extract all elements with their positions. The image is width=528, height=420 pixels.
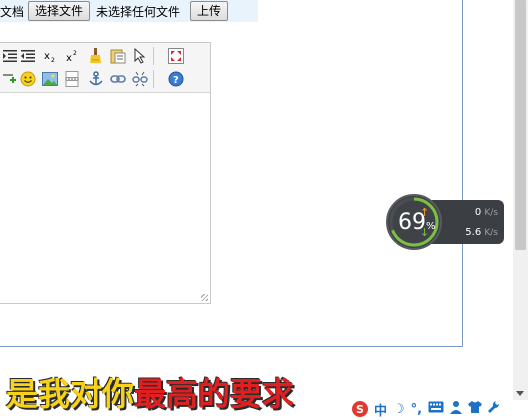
outdent-icon[interactable] <box>19 47 37 65</box>
link-icon[interactable] <box>109 70 127 88</box>
help-icon[interactable]: ? <box>167 70 185 88</box>
scrollbar-thumb[interactable] <box>515 0 526 250</box>
moon-halfwidth-icon[interactable]: ☽ <box>393 402 405 417</box>
skin-shirt-icon[interactable] <box>468 400 483 418</box>
upload-speed-unit: K/s <box>484 207 498 218</box>
page-frame-right <box>462 0 463 347</box>
svg-text:2: 2 <box>51 57 55 63</box>
download-speed-unit: K/s <box>484 227 498 238</box>
tools-wrench-icon[interactable] <box>488 400 500 418</box>
ime-language-toggle[interactable]: 中 <box>374 400 387 419</box>
punctuation-icon[interactable]: °, <box>411 402 422 417</box>
vertical-scrollbar[interactable] <box>513 0 528 400</box>
lyric-upcoming-part: 最高的要求 <box>134 375 295 413</box>
upload-speed-row: ↑ 0 K/s <box>420 202 498 222</box>
superscript-icon[interactable]: x2 <box>63 47 81 65</box>
svg-text:?: ? <box>173 75 179 86</box>
editor-toolbar: x2 x2 ? <box>0 43 210 93</box>
upload-bar: 文档 选择文件 未选择任何文件 上传 <box>0 0 258 22</box>
download-arrow-icon: ↓ <box>420 225 430 239</box>
sogou-logo-icon[interactable]: S <box>352 401 368 417</box>
ime-toolbar: S 中 ☽ °, <box>346 398 528 420</box>
emoticon-icon[interactable] <box>19 70 37 88</box>
subscript-icon[interactable]: x2 <box>41 47 59 65</box>
paste-text-icon[interactable] <box>109 47 127 65</box>
rich-text-editor: x2 x2 ? <box>0 42 211 304</box>
upload-label: 文档 <box>0 4 25 19</box>
svg-text:x: x <box>44 51 50 62</box>
format-brush-icon[interactable] <box>87 47 105 65</box>
scroll-down-arrow-icon[interactable] <box>516 391 524 396</box>
download-speed-row: ↓ 5.6 K/s <box>420 222 498 242</box>
lyric-sung-part: 是我对你 <box>6 375 135 413</box>
image-icon[interactable] <box>41 70 59 88</box>
resize-handle[interactable] <box>201 294 208 301</box>
page-frame-bottom <box>0 346 463 347</box>
upload-arrow-icon: ↑ <box>420 205 430 219</box>
select-all-icon[interactable] <box>131 47 149 65</box>
unlink-icon[interactable] <box>131 70 149 88</box>
editor-content-area[interactable] <box>0 93 210 303</box>
download-speed-value: 5.6 <box>465 226 482 238</box>
no-file-text: 未选择任何文件 <box>96 4 181 19</box>
toolbar-separator <box>153 70 154 88</box>
upload-speed-value: 0 <box>474 206 482 218</box>
svg-text:x: x <box>66 53 72 63</box>
upload-button[interactable]: 上传 <box>190 1 229 21</box>
choose-file-button[interactable]: 选择文件 <box>28 1 91 21</box>
desktop-lyric[interactable]: 是我对你最高的要求 <box>6 374 294 414</box>
anchor-icon[interactable] <box>87 70 105 88</box>
page-break-icon[interactable] <box>63 70 81 88</box>
indent-icon[interactable] <box>1 47 19 65</box>
user-icon[interactable] <box>450 400 463 418</box>
network-monitor-widget[interactable]: 69% ↑ 0 K/s ↓ 5.6 K/s <box>386 194 504 250</box>
fullscreen-icon[interactable] <box>167 47 185 65</box>
toolbar-separator <box>153 47 154 65</box>
insert-row-icon[interactable] <box>1 70 19 88</box>
keyboard-icon[interactable] <box>428 401 444 417</box>
svg-text:2: 2 <box>73 50 77 57</box>
